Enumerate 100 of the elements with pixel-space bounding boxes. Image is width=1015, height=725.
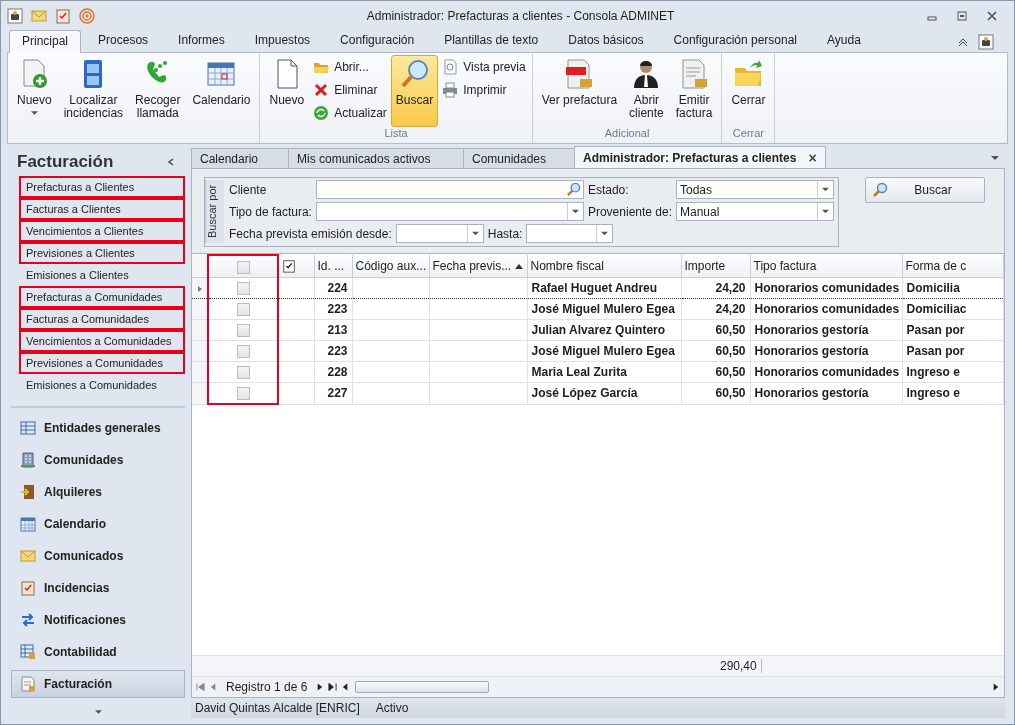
table-cell: Honorarios gestoría bbox=[754, 386, 869, 401]
sidebar-link[interactable]: Facturas a Comunidades bbox=[19, 308, 185, 330]
module-button[interactable]: Facturación bbox=[11, 670, 185, 698]
ribbon-button[interactable]: Emitir factura bbox=[670, 55, 718, 127]
ribbon-button[interactable]: Nuevo bbox=[264, 55, 310, 127]
sidebar-link[interactable]: Facturas a Clientes bbox=[19, 198, 185, 220]
document-tab[interactable]: Calendario bbox=[191, 148, 289, 168]
module-button[interactable]: Incidencias bbox=[11, 574, 185, 602]
previous-record-icon[interactable] bbox=[209, 683, 218, 691]
checkbox[interactable] bbox=[236, 345, 250, 359]
module-button[interactable]: Comunicados bbox=[11, 542, 185, 570]
collapse-icon[interactable] bbox=[167, 158, 175, 166]
preview-icon bbox=[442, 59, 459, 75]
ribbon-tab[interactable]: Plantillas de texto bbox=[431, 29, 552, 52]
module-button[interactable]: Alquileres bbox=[11, 478, 185, 506]
date-field[interactable] bbox=[395, 224, 484, 243]
invoice-icon bbox=[20, 676, 36, 692]
ribbon-button[interactable]: Nuevo bbox=[12, 55, 57, 143]
sidebar-link[interactable]: Emisiones a Clientes bbox=[19, 264, 185, 286]
sidebar-link[interactable]: Previsiones a Comunidades bbox=[19, 352, 185, 374]
table-icon bbox=[20, 420, 36, 436]
module-button[interactable]: Comunidades bbox=[11, 446, 185, 474]
table-cell: Domiciliac bbox=[906, 302, 967, 316]
caret-icon[interactable] bbox=[991, 156, 999, 160]
sidebar-link[interactable]: Previsiones a Clientes bbox=[19, 242, 185, 264]
ribbon-tab[interactable]: Ayuda bbox=[814, 29, 874, 52]
document-tab[interactable]: Comunidades bbox=[463, 148, 575, 168]
checklist-icon bbox=[282, 259, 296, 274]
app-icon[interactable] bbox=[7, 7, 23, 24]
caret-icon[interactable] bbox=[94, 710, 102, 714]
ribbon-button[interactable]: Buscar bbox=[390, 55, 439, 127]
module-button[interactable]: Contabilidad bbox=[11, 638, 185, 666]
ribbon-button[interactable]: Recoger llamada bbox=[130, 55, 186, 143]
collapse-icon[interactable] bbox=[958, 37, 968, 47]
ribbon-button[interactable]: Calendario bbox=[187, 55, 256, 143]
column-header[interactable]: Importe bbox=[681, 255, 750, 278]
module-button[interactable]: Calendario bbox=[11, 510, 185, 538]
close-icon[interactable]: × bbox=[808, 149, 817, 166]
ribbon-tab[interactable]: Configuración bbox=[327, 29, 428, 52]
dropdown[interactable]: Todas bbox=[676, 180, 834, 199]
column-header[interactable]: Forma de c bbox=[902, 255, 1004, 278]
checkbox[interactable] bbox=[236, 303, 250, 317]
document-tab[interactable]: Administrador: Prefacturas a clientes × bbox=[574, 146, 826, 168]
ribbon-button[interactable]: Localizar incidencias bbox=[58, 55, 129, 143]
sidebar-link[interactable]: Vencimientos a Comunidades bbox=[19, 330, 185, 352]
restore-icon[interactable] bbox=[956, 9, 968, 22]
first-record-icon[interactable] bbox=[196, 683, 205, 691]
ribbon-tab[interactable]: Impuestos bbox=[241, 29, 324, 52]
module-button[interactable]: Notificaciones bbox=[11, 606, 185, 634]
search-button[interactable]: Buscar bbox=[865, 177, 985, 203]
checkbox[interactable] bbox=[236, 260, 250, 274]
checkbox[interactable] bbox=[236, 366, 250, 380]
sidebar-link[interactable]: Prefacturas a Clientes bbox=[19, 176, 185, 198]
table-cell: 228 bbox=[327, 365, 348, 379]
checkbox[interactable] bbox=[236, 387, 250, 401]
printer-icon bbox=[442, 82, 459, 98]
ribbon-button[interactable]: Imprimir bbox=[440, 80, 528, 100]
ribbon-button[interactable]: Abrir... bbox=[311, 57, 389, 77]
ribbon-tab[interactable]: Informes bbox=[165, 29, 238, 52]
module-button[interactable]: Entidades generales bbox=[11, 414, 185, 442]
ribbon-tab[interactable]: Datos básicos bbox=[555, 29, 657, 52]
sidebar-link[interactable]: Emisiones a Comunidades bbox=[19, 374, 185, 396]
next-record-icon[interactable] bbox=[315, 683, 325, 691]
column-header[interactable]: Id. ... bbox=[314, 255, 352, 278]
document-tab[interactable]: Mis comunicados activos bbox=[288, 148, 464, 168]
sidebar-link[interactable]: Prefacturas a Comunidades bbox=[19, 286, 185, 308]
close-icon[interactable] bbox=[986, 9, 998, 22]
ribbon-button[interactable]: Cerrar bbox=[726, 55, 771, 127]
ribbon-button[interactable]: Ver prefactura bbox=[536, 55, 623, 127]
group-label: Lista bbox=[383, 127, 409, 141]
column-header[interactable]: Tipo factura bbox=[750, 255, 902, 278]
scroll-right-icon[interactable] bbox=[991, 683, 1000, 691]
sidebar-link[interactable]: Vencimientos a Clientes bbox=[19, 220, 185, 242]
ribbon-tab[interactable]: Procesos bbox=[85, 29, 162, 52]
arrows-icon bbox=[20, 612, 36, 628]
field-label: Hasta: bbox=[487, 226, 523, 241]
column-header[interactable]: Fecha previs... bbox=[429, 255, 527, 278]
ribbon-tab[interactable]: Principal bbox=[9, 30, 82, 53]
envelope-icon[interactable] bbox=[31, 7, 47, 24]
column-header[interactable]: Nombre fiscal bbox=[527, 255, 681, 278]
signal-icon[interactable] bbox=[79, 7, 95, 24]
checkbox[interactable] bbox=[236, 324, 250, 338]
ribbon-tab[interactable]: Configuración personal bbox=[660, 29, 810, 52]
app-icon[interactable] bbox=[978, 34, 994, 50]
clipboard-icon[interactable] bbox=[55, 7, 71, 24]
search-icon[interactable] bbox=[565, 182, 581, 197]
group-label: Adicional bbox=[603, 127, 651, 141]
ribbon-button[interactable]: Eliminar bbox=[311, 80, 389, 100]
dropdown[interactable] bbox=[315, 202, 584, 221]
date-field[interactable] bbox=[526, 224, 614, 243]
last-record-icon[interactable] bbox=[328, 683, 338, 691]
table-cell: 24,20 bbox=[715, 302, 746, 316]
ribbon-button[interactable]: Vista previa bbox=[440, 57, 528, 77]
ribbon-button[interactable]: Actualizar bbox=[311, 103, 389, 123]
input-field[interactable] bbox=[315, 180, 584, 199]
column-header[interactable] bbox=[208, 255, 278, 278]
column-header[interactable]: Código aux... bbox=[352, 255, 429, 278]
ribbon-button[interactable]: Abrir cliente bbox=[624, 55, 669, 127]
dropdown[interactable]: Manual bbox=[676, 202, 834, 221]
checkbox[interactable] bbox=[236, 282, 250, 296]
